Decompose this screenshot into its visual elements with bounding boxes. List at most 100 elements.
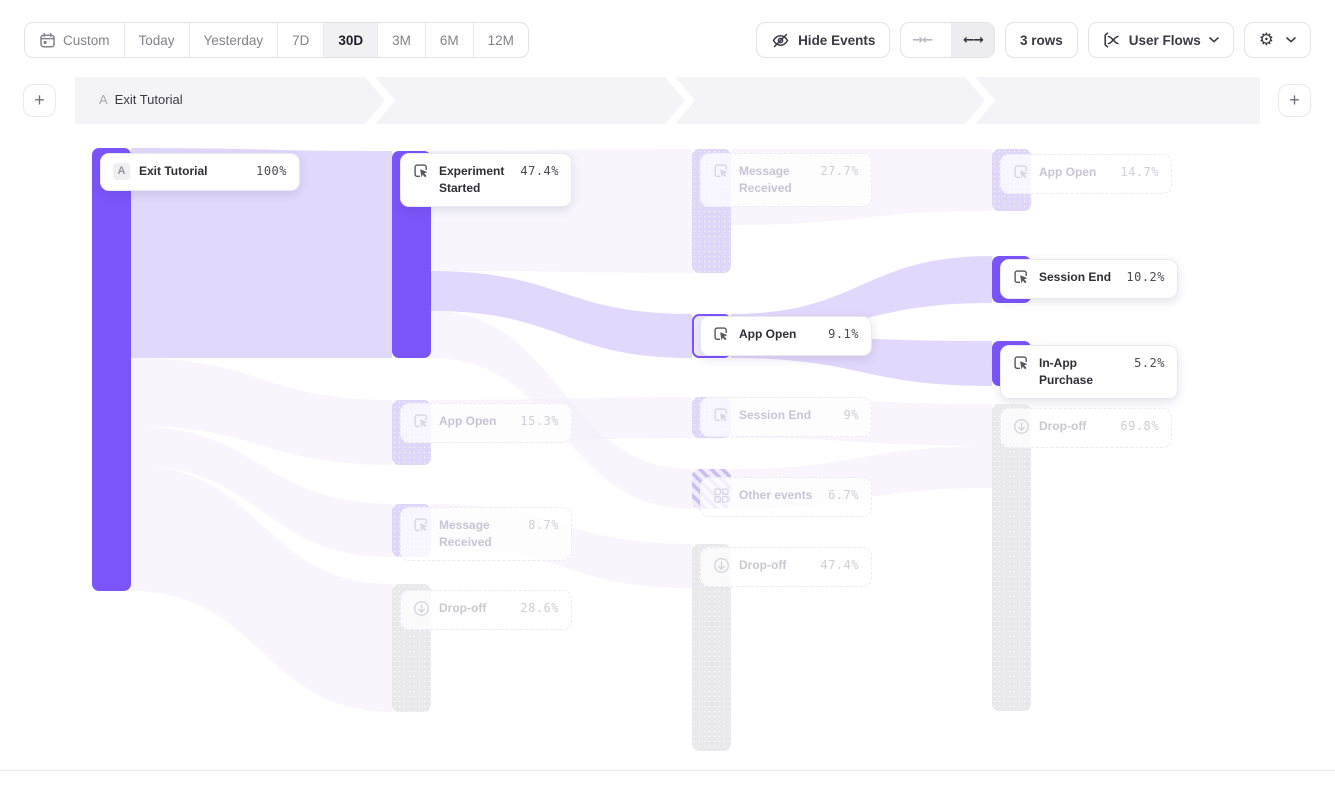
node-card-c3-in-app-purchase[interactable]: In-App Purchase 5.2% — [1000, 345, 1178, 399]
chart-type-button[interactable]: User Flows — [1088, 22, 1234, 58]
event-icon — [413, 413, 430, 430]
expand-arrows-icon: ←→ — [963, 33, 983, 48]
event-icon — [413, 517, 430, 534]
node-card-c1-drop-off[interactable]: Drop-off28.6% — [400, 590, 572, 630]
node-label: Other events — [739, 487, 819, 504]
step-badge: A — [99, 92, 108, 107]
user-flows-icon — [1103, 31, 1121, 49]
calendar-icon — [39, 32, 56, 49]
node-label: In-App Purchase — [1039, 355, 1125, 390]
node-label: Drop-off — [439, 600, 511, 617]
node-card-c1-experiment-started[interactable]: Experiment Started 47.4% — [400, 153, 572, 207]
node-card-c2-drop-off[interactable]: Drop-off 47.4% — [700, 547, 872, 587]
date-range-label: 6M — [440, 33, 459, 48]
date-range-label: 30D — [338, 33, 363, 48]
flow-link-highlight[interactable] — [431, 271, 692, 358]
node-label: App Open — [739, 326, 819, 343]
drop-off-icon — [713, 557, 730, 574]
date-range-7d[interactable]: 7D — [277, 23, 323, 57]
drop-off-icon — [1013, 418, 1030, 435]
date-range-label: Custom — [63, 33, 110, 48]
hide-events-button[interactable]: Hide Events — [756, 22, 890, 58]
event-icon — [1013, 355, 1030, 372]
node-card-c2-other-events[interactable]: Other events 6.7% — [700, 477, 872, 517]
node-label: Experiment Started — [439, 163, 511, 198]
date-range-label: 3M — [392, 33, 411, 48]
date-range-yesterday[interactable]: Yesterday — [189, 23, 278, 57]
toolbar-right-group: Hide Events →← ←→ 3 rows User Flows — [756, 22, 1311, 58]
chevron-down-icon — [1286, 37, 1296, 43]
expand-columns-button[interactable]: ←→ — [951, 23, 994, 57]
node-percentage: 100% — [256, 163, 287, 178]
flow-link-faint[interactable] — [131, 465, 392, 712]
node-percentage: 10.2% — [1126, 269, 1165, 284]
hide-events-label: Hide Events — [798, 33, 875, 48]
node-percentage: 47.4% — [520, 163, 559, 178]
node-card-c3-drop-off[interactable]: Drop-off 69.8% — [1000, 408, 1172, 448]
node-percentage: 9% — [844, 407, 859, 422]
rows-button[interactable]: 3 rows — [1005, 22, 1078, 58]
toolbar: Custom Today Yesterday 7D 30D 3M 6M 12M Hide Ev… — [0, 0, 1335, 60]
date-range-label: Today — [139, 33, 175, 48]
node-card-c2-message-received[interactable]: Message Received 27.7% — [700, 153, 872, 207]
node-percentage: 5.2% — [1134, 355, 1165, 370]
date-range-6m[interactable]: 6M — [425, 23, 473, 57]
flow-link-faint[interactable] — [131, 426, 392, 557]
step-chevron-bar — [75, 77, 1260, 124]
chart-type-label: User Flows — [1129, 33, 1201, 48]
node-card-c0-exit-tutorial[interactable]: A Exit Tutorial 100% — [100, 153, 300, 191]
other-events-icon — [713, 487, 730, 504]
node-card-c1-app-open[interactable]: App Open 15.3% — [400, 403, 572, 443]
node-card-c2-session-end[interactable]: Session End 9% — [700, 397, 872, 437]
node-percentage: 69.8% — [1120, 418, 1159, 433]
node-card-c1-message-received[interactable]: Message Received 8.7% — [400, 507, 572, 561]
step-letter-badge: A — [113, 163, 130, 180]
node-percentage: 8.7% — [528, 517, 559, 532]
chevron-down-icon — [1209, 37, 1219, 43]
node-label: Session End — [739, 407, 835, 424]
node-label: App Open — [1039, 164, 1111, 181]
event-icon — [713, 407, 730, 424]
node-percentage: 27.7% — [820, 163, 859, 178]
event-icon — [713, 326, 730, 343]
node-label: Exit Tutorial — [139, 163, 247, 180]
date-range-custom[interactable]: Custom — [25, 23, 124, 57]
node-percentage: 47.4% — [820, 557, 859, 572]
node-label: Session End — [1039, 269, 1117, 286]
node-label: App Open — [439, 413, 511, 430]
rows-label: 3 rows — [1020, 33, 1063, 48]
collapse-columns-button[interactable]: →← — [901, 23, 943, 57]
node-percentage: 6.7% — [828, 487, 859, 502]
eye-off-icon — [771, 31, 790, 50]
node-card-c3-session-end[interactable]: Session End 10.2% — [1000, 259, 1178, 299]
add-step-left-button[interactable]: + — [23, 84, 56, 117]
steps-header: + A Exit Tutorial + — [0, 77, 1335, 124]
date-range-label: 12M — [488, 33, 514, 48]
node-label: Message Received — [439, 517, 519, 552]
node-percentage: 15.3% — [520, 413, 559, 428]
node-label: Drop-off — [1039, 418, 1111, 435]
add-step-right-button[interactable]: + — [1278, 84, 1311, 117]
event-icon — [413, 163, 430, 180]
node-card-c3-app-open[interactable]: App Open14.7% — [1000, 154, 1172, 194]
node-label: Message Received — [739, 163, 811, 198]
width-toggle: →← ←→ — [900, 22, 995, 58]
date-range-30d[interactable]: 30D — [323, 23, 377, 57]
date-range-label: Yesterday — [204, 33, 264, 48]
node-bar-c0-exit-tutorial[interactable] — [92, 148, 131, 591]
drop-off-icon — [413, 600, 430, 617]
event-icon — [1013, 164, 1030, 181]
node-label: Drop-off — [739, 557, 811, 574]
step-segment-label[interactable]: A Exit Tutorial — [99, 92, 183, 107]
date-range-today[interactable]: Today — [124, 23, 189, 57]
date-range-12m[interactable]: 12M — [473, 23, 528, 57]
flow-link-faint[interactable] — [131, 358, 392, 465]
step-label-text: Exit Tutorial — [115, 92, 183, 107]
event-icon — [713, 163, 730, 180]
node-bar-c3-drop-off[interactable] — [992, 404, 1031, 711]
date-range-group: Custom Today Yesterday 7D 30D 3M 6M 12M — [24, 22, 529, 58]
settings-button[interactable]: ⚙ — [1244, 22, 1311, 58]
node-card-c2-app-open[interactable]: App Open9.1% — [700, 316, 872, 356]
gear-icon: ⚙ — [1259, 30, 1274, 50]
date-range-3m[interactable]: 3M — [377, 23, 425, 57]
